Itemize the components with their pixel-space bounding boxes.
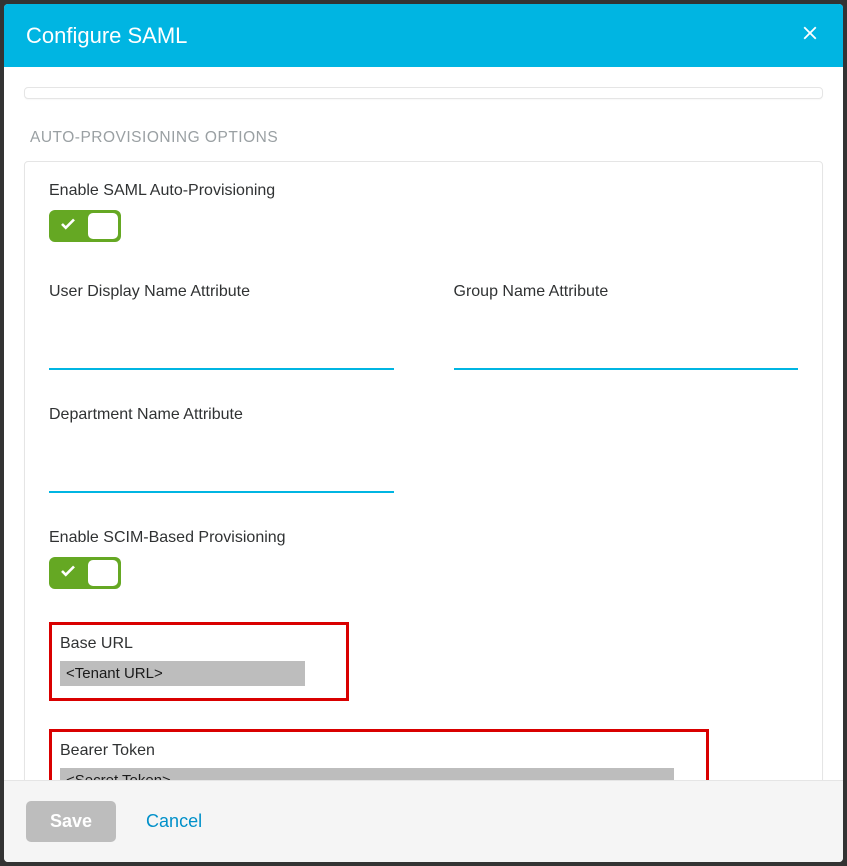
user-display-col: User Display Name Attribute	[49, 283, 394, 370]
bearer-label: Bearer Token	[60, 742, 694, 760]
bearer-value[interactable]: <Secret Token>	[60, 768, 674, 780]
enable-saml-toggle[interactable]	[49, 210, 121, 242]
check-icon	[59, 562, 77, 585]
cancel-link[interactable]: Cancel	[146, 811, 202, 832]
group-name-input[interactable]	[454, 337, 799, 370]
enable-saml-label: Enable SAML Auto-Provisioning	[49, 182, 798, 200]
toggle-knob	[88, 213, 118, 239]
dialog-header: Configure SAML	[4, 4, 843, 67]
section-heading: AUTO-PROVISIONING OPTIONS	[30, 129, 823, 147]
toggle-knob	[88, 560, 118, 586]
group-name-col: Group Name Attribute	[454, 283, 799, 370]
close-icon[interactable]	[799, 22, 821, 49]
dialog-title: Configure SAML	[26, 23, 187, 49]
scim-group: Enable SCIM-Based Provisioning	[49, 529, 798, 594]
save-button[interactable]: Save	[26, 801, 116, 842]
base-url-label: Base URL	[60, 635, 334, 653]
bearer-token-highlight: Bearer Token <Secret Token>	[49, 729, 709, 780]
group-name-label: Group Name Attribute	[454, 283, 799, 301]
dept-input[interactable]	[49, 460, 394, 493]
user-display-input[interactable]	[49, 337, 394, 370]
previous-card	[24, 87, 823, 99]
dept-label: Department Name Attribute	[49, 406, 394, 424]
base-url-highlight: Base URL <Tenant URL>	[49, 622, 349, 701]
dept-row: Department Name Attribute	[49, 406, 798, 493]
enable-scim-label: Enable SCIM-Based Provisioning	[49, 529, 798, 547]
enable-scim-toggle[interactable]	[49, 557, 121, 589]
configure-saml-dialog: Configure SAML AUTO-PROVISIONING OPTIONS…	[4, 4, 843, 862]
attribute-row: User Display Name Attribute Group Name A…	[49, 283, 798, 370]
provisioning-card: Enable SAML Auto-Provisioning User Displ…	[24, 161, 823, 780]
check-icon	[59, 215, 77, 238]
base-url-value[interactable]: <Tenant URL>	[60, 661, 305, 686]
dialog-content: AUTO-PROVISIONING OPTIONS Enable SAML Au…	[4, 67, 843, 780]
dialog-footer: Save Cancel	[4, 780, 843, 862]
empty-col	[454, 406, 799, 493]
user-display-label: User Display Name Attribute	[49, 283, 394, 301]
dept-col: Department Name Attribute	[49, 406, 394, 493]
dialog-body-scroll[interactable]: AUTO-PROVISIONING OPTIONS Enable SAML Au…	[4, 67, 843, 780]
